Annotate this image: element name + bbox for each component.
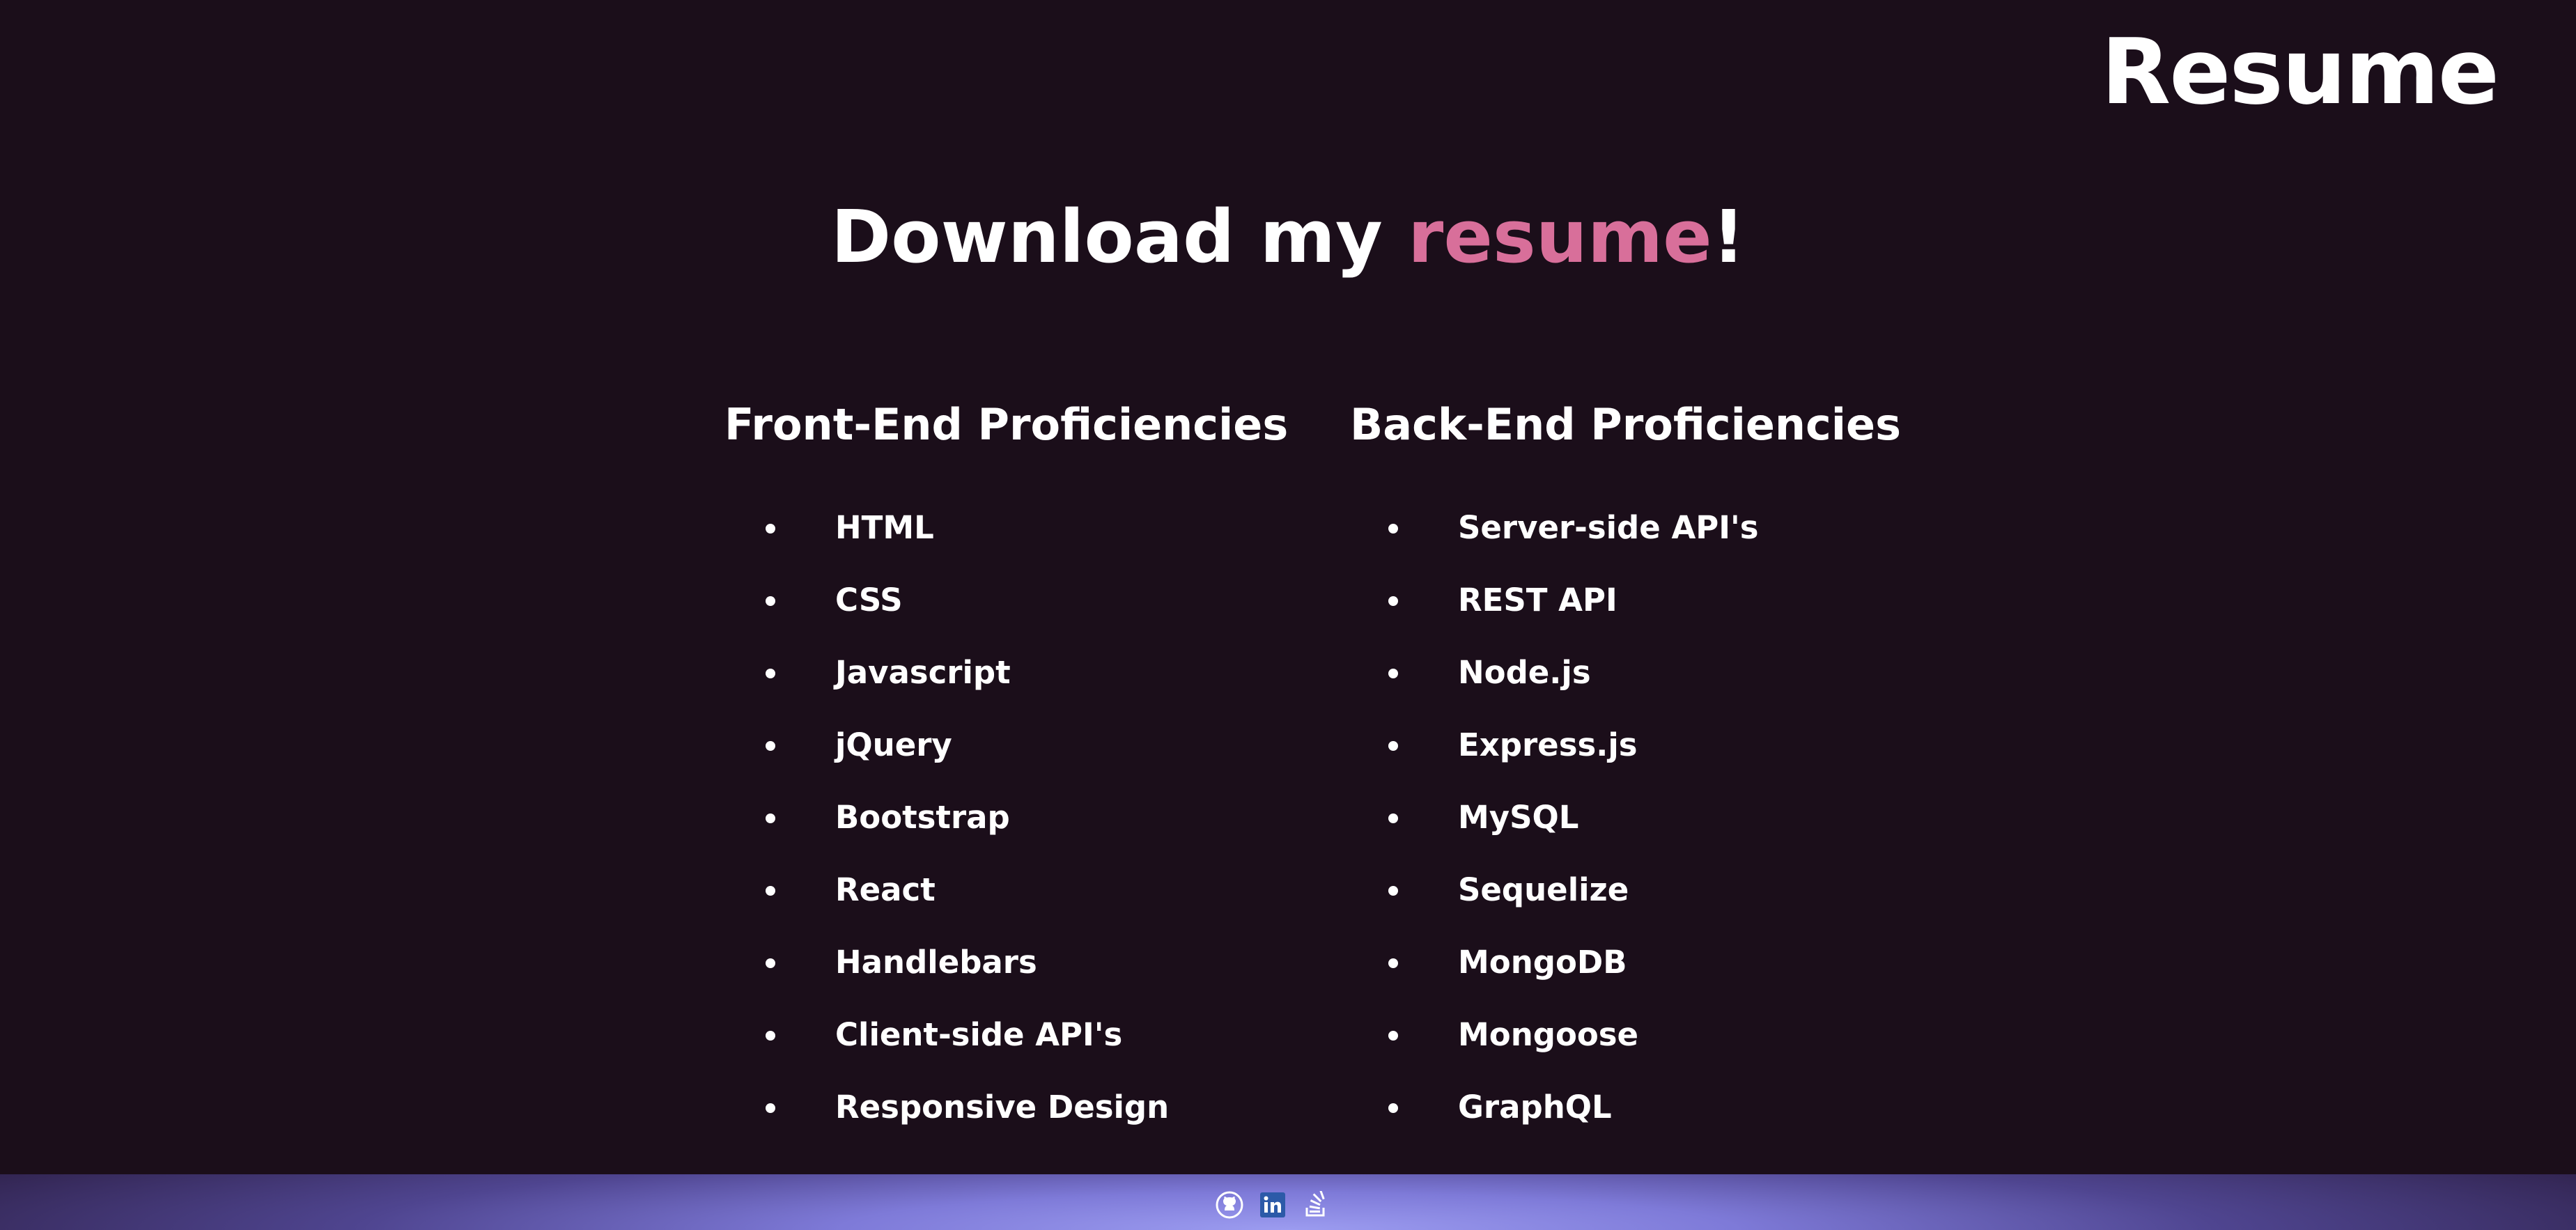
- stackoverflow-icon[interactable]: [1302, 1191, 1330, 1219]
- skill-label: REST API: [1458, 582, 1617, 618]
- bullet: [766, 1031, 775, 1041]
- github-icon[interactable]: [1216, 1191, 1243, 1219]
- skill-label: Sequelize: [1458, 871, 1629, 908]
- list-item: Sequelize: [1350, 854, 1901, 926]
- skill-label: MongoDB: [1458, 944, 1627, 981]
- skill-label: Responsive Design: [835, 1089, 1170, 1126]
- back-end-list: Server-side API's REST API Node.js Expre…: [1350, 492, 1901, 1144]
- list-item: Mongoose: [1350, 999, 1901, 1071]
- page: Resume Download my resume! Front-End Pro…: [0, 0, 2576, 1230]
- list-item: Server-side API's: [1350, 492, 1901, 564]
- headline-prefix: Download my: [830, 194, 1409, 279]
- skill-label: Javascript: [835, 654, 1011, 691]
- bullet: [1388, 1031, 1398, 1041]
- list-item: Responsive Design: [724, 1071, 1288, 1144]
- list-item: Handlebars: [724, 926, 1288, 999]
- bullet: [766, 1103, 775, 1113]
- skill-label: Express.js: [1458, 726, 1638, 763]
- bullet: [1388, 886, 1398, 896]
- bullet: [766, 958, 775, 968]
- list-item: jQuery: [724, 709, 1288, 781]
- bullet: [1388, 596, 1398, 606]
- bullet: [1388, 958, 1398, 968]
- download-headline: Download my resume!: [0, 195, 2576, 279]
- skill-label: MySQL: [1458, 799, 1579, 836]
- list-item: Bootstrap: [724, 781, 1288, 854]
- list-item: Javascript: [724, 637, 1288, 709]
- back-end-title: Back-End Proficiencies: [1350, 399, 1901, 450]
- footer: [0, 1174, 2576, 1230]
- list-item: CSS: [724, 564, 1288, 637]
- bullet: [1388, 1103, 1398, 1113]
- social-links: [1216, 1191, 1330, 1219]
- skill-label: Server-side API's: [1458, 509, 1759, 546]
- back-end-column: Back-End Proficiencies Server-side API's…: [1350, 397, 1901, 1144]
- list-item: HTML: [724, 492, 1288, 564]
- skill-label: GraphQL: [1458, 1089, 1612, 1126]
- list-item: React: [724, 854, 1288, 926]
- bullet: [1388, 741, 1398, 751]
- skill-label: Handlebars: [835, 944, 1037, 981]
- skill-label: Node.js: [1458, 654, 1591, 691]
- skill-label: CSS: [835, 582, 903, 618]
- list-item: Client-side API's: [724, 999, 1288, 1071]
- bullet: [766, 886, 775, 896]
- skill-label: HTML: [835, 509, 934, 546]
- bullet: [766, 813, 775, 823]
- resume-download-link[interactable]: resume: [1408, 194, 1712, 279]
- skill-label: Client-side API's: [835, 1016, 1123, 1053]
- headline-suffix: !: [1712, 194, 1746, 279]
- skill-label: Mongoose: [1458, 1016, 1639, 1053]
- bullet: [1388, 669, 1398, 678]
- bullet: [1388, 524, 1398, 534]
- front-end-title: Front-End Proficiencies: [724, 399, 1289, 450]
- bullet: [766, 596, 775, 606]
- list-item: Node.js: [1350, 637, 1901, 709]
- list-item: Express.js: [1350, 709, 1901, 781]
- front-end-list: HTML CSS Javascript jQuery Bootstrap Rea…: [724, 492, 1288, 1144]
- list-item: MongoDB: [1350, 926, 1901, 999]
- skill-label: Bootstrap: [835, 799, 1010, 836]
- bullet: [1388, 813, 1398, 823]
- bullet: [766, 524, 775, 534]
- bullet: [766, 741, 775, 751]
- bullet: [766, 669, 775, 678]
- linkedin-icon[interactable]: [1259, 1191, 1287, 1219]
- brand-title-link[interactable]: Resume: [2101, 20, 2499, 124]
- front-end-column: Front-End Proficiencies HTML CSS Javascr…: [724, 397, 1288, 1144]
- skill-label: React: [835, 871, 936, 908]
- skill-label: jQuery: [835, 726, 952, 763]
- list-item: REST API: [1350, 564, 1901, 637]
- list-item: MySQL: [1350, 781, 1901, 854]
- list-item: GraphQL: [1350, 1071, 1901, 1144]
